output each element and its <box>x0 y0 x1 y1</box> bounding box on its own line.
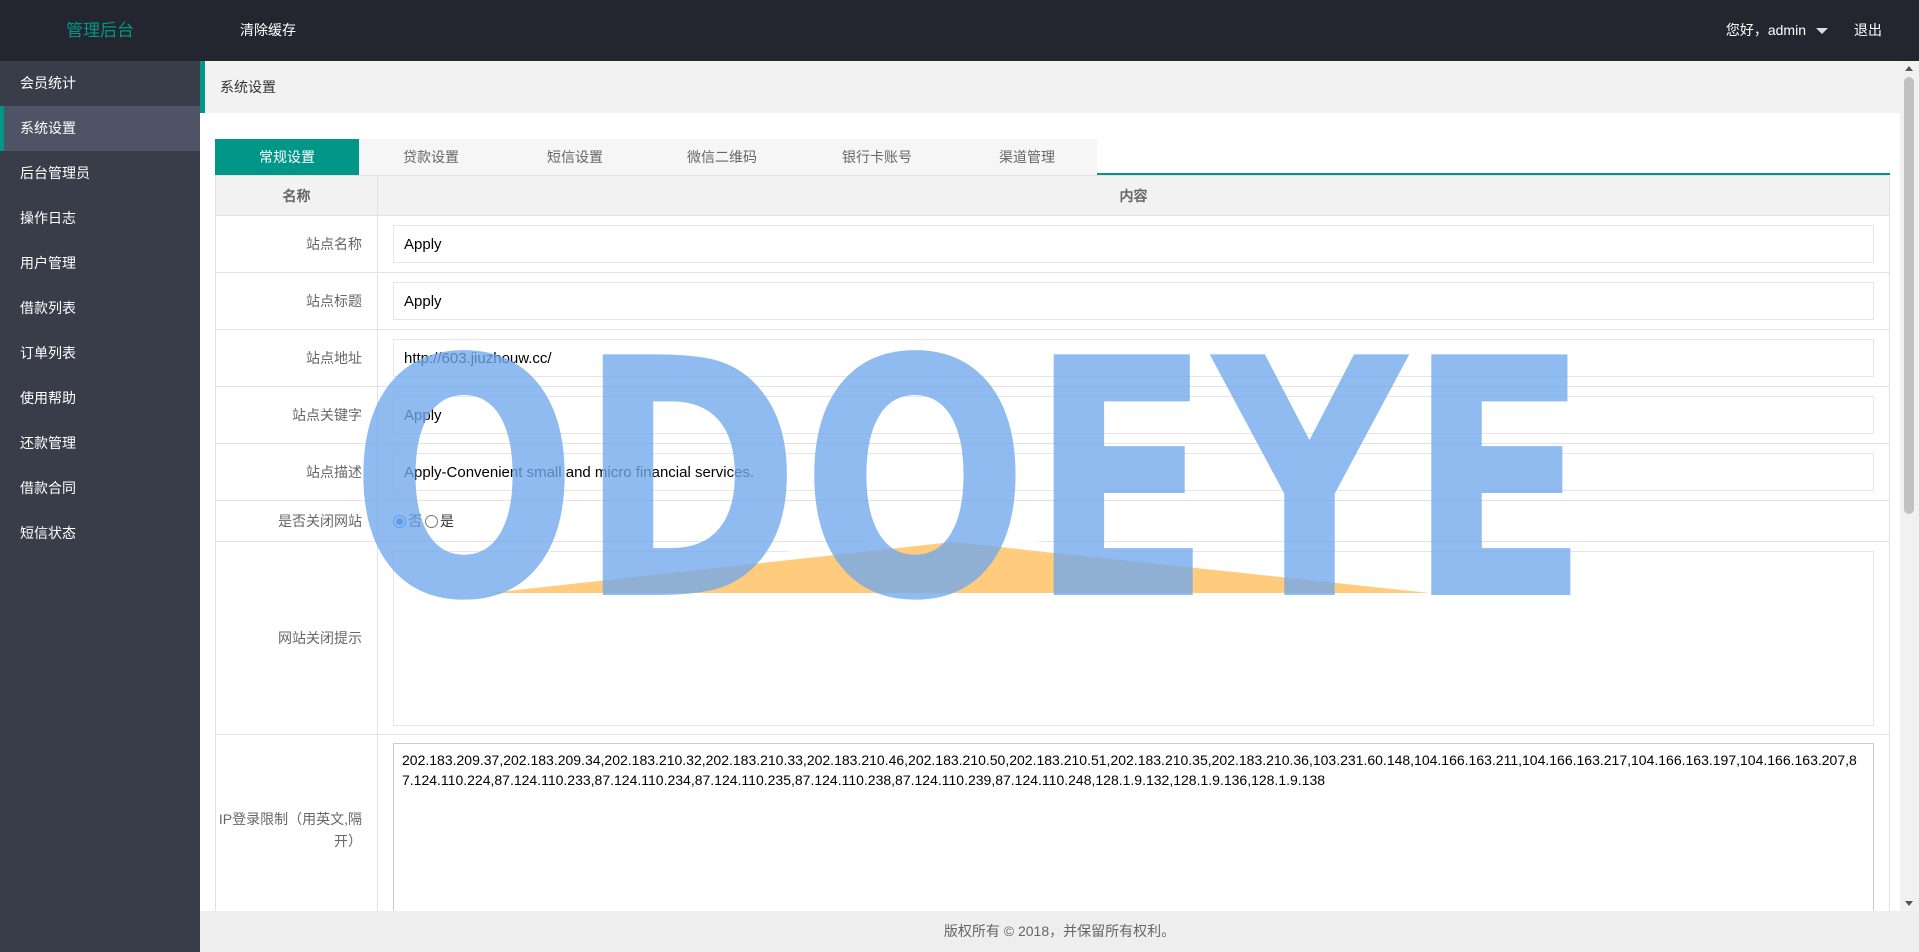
logout-link[interactable]: 退出 <box>1854 0 1882 61</box>
sidebar-item-sms-status[interactable]: 短信状态 <box>0 511 200 556</box>
sidebar: 会员统计 系统设置 后台管理员 操作日志 用户管理 借款列表 订单列表 使用帮助… <box>0 61 200 952</box>
radio-label-yes: 是 <box>440 513 454 529</box>
tab-bank-account[interactable]: 银行卡账号 <box>797 139 957 175</box>
table-row: 站点标题 <box>215 272 1890 330</box>
sidebar-item-user-management[interactable]: 用户管理 <box>0 241 200 286</box>
tab-loan[interactable]: 贷款设置 <box>359 139 503 175</box>
sidebar-item-operation-log[interactable]: 操作日志 <box>0 196 200 241</box>
table-row: 站点关键字 <box>215 386 1890 444</box>
field-label: 站点地址 <box>215 329 378 387</box>
site-keywords-input[interactable] <box>393 396 1874 434</box>
site-name-input[interactable] <box>393 225 1874 263</box>
site-title-input[interactable] <box>393 282 1874 320</box>
field-label: 是否关闭网站 <box>215 500 378 542</box>
field-label: 站点描述 <box>215 443 378 501</box>
settings-tabs: 常规设置 贷款设置 短信设置 微信二维码 银行卡账号 渠道管理 <box>215 139 1890 175</box>
page-footer: 版权所有 © 2018，并保留所有权利。 <box>200 911 1919 952</box>
top-header: 管理后台 清除缓存 您好，admin 退出 <box>0 0 1919 61</box>
ip-limit-textarea[interactable]: 202.183.209.37,202.183.209.34,202.183.21… <box>393 743 1874 911</box>
user-menu[interactable]: 您好，admin <box>1726 0 1828 61</box>
table-row: 站点地址 <box>215 329 1890 387</box>
tab-general[interactable]: 常规设置 <box>215 139 359 175</box>
breadcrumb-label: 系统设置 <box>220 79 276 95</box>
sidebar-item-member-stats[interactable]: 会员统计 <box>0 61 200 106</box>
chevron-down-icon <box>1816 27 1828 34</box>
page-scrollbar[interactable] <box>1900 61 1919 911</box>
close-site-radio-group: 否 是 <box>393 511 1874 531</box>
field-label: 站点标题 <box>215 272 378 330</box>
tab-channels[interactable]: 渠道管理 <box>957 139 1097 175</box>
tab-wechat-qr[interactable]: 微信二维码 <box>647 139 797 175</box>
user-greeting: 您好，admin <box>1725 22 1806 38</box>
field-label: IP登录限制（用英文,隔开） <box>215 734 378 911</box>
scroll-thumb[interactable] <box>1904 77 1914 514</box>
table-header-row: 名称 内容 <box>215 175 1890 216</box>
table-row: 站点名称 <box>215 215 1890 273</box>
sidebar-item-order-list[interactable]: 订单列表 <box>0 331 200 376</box>
site-url-input[interactable] <box>393 339 1874 377</box>
radio-label-no: 否 <box>408 513 422 529</box>
field-label: 站点关键字 <box>215 386 378 444</box>
table-row: 网站关闭提示 <box>215 541 1890 735</box>
app-logo[interactable]: 管理后台 <box>0 0 200 61</box>
site-description-input[interactable] <box>393 453 1874 491</box>
scroll-up-arrow-icon[interactable] <box>1905 66 1913 71</box>
tab-sms[interactable]: 短信设置 <box>503 139 647 175</box>
col-header-content: 内容 <box>377 175 1890 216</box>
field-label: 站点名称 <box>215 215 378 273</box>
breadcrumb: 系统设置 <box>200 61 1900 113</box>
field-label: 网站关闭提示 <box>215 541 378 735</box>
col-header-name: 名称 <box>215 175 378 216</box>
sidebar-item-repayment[interactable]: 还款管理 <box>0 421 200 466</box>
close-notice-textarea[interactable] <box>393 550 1874 726</box>
sidebar-item-admins[interactable]: 后台管理员 <box>0 151 200 196</box>
sidebar-item-loan-list[interactable]: 借款列表 <box>0 286 200 331</box>
main-content: 系统设置 常规设置 贷款设置 短信设置 微信二维码 银行卡账号 渠道管理 名称 … <box>200 61 1900 911</box>
table-row: IP登录限制（用英文,隔开） 202.183.209.37,202.183.20… <box>215 734 1890 911</box>
table-row: 站点描述 <box>215 443 1890 501</box>
close-site-no-radio[interactable] <box>393 514 406 528</box>
sidebar-item-loan-contract[interactable]: 借款合同 <box>0 466 200 511</box>
table-row: 是否关闭网站 否 是 <box>215 500 1890 542</box>
scroll-down-arrow-icon[interactable] <box>1905 901 1913 906</box>
settings-table: 名称 内容 站点名称 站点标题 站点地址 站点关键字 站点描述 是否关闭网站 <box>215 175 1890 911</box>
clear-cache-link[interactable]: 清除缓存 <box>240 0 296 61</box>
sidebar-item-system-settings[interactable]: 系统设置 <box>0 106 200 151</box>
close-site-yes-radio[interactable] <box>425 514 438 528</box>
sidebar-item-help[interactable]: 使用帮助 <box>0 376 200 421</box>
